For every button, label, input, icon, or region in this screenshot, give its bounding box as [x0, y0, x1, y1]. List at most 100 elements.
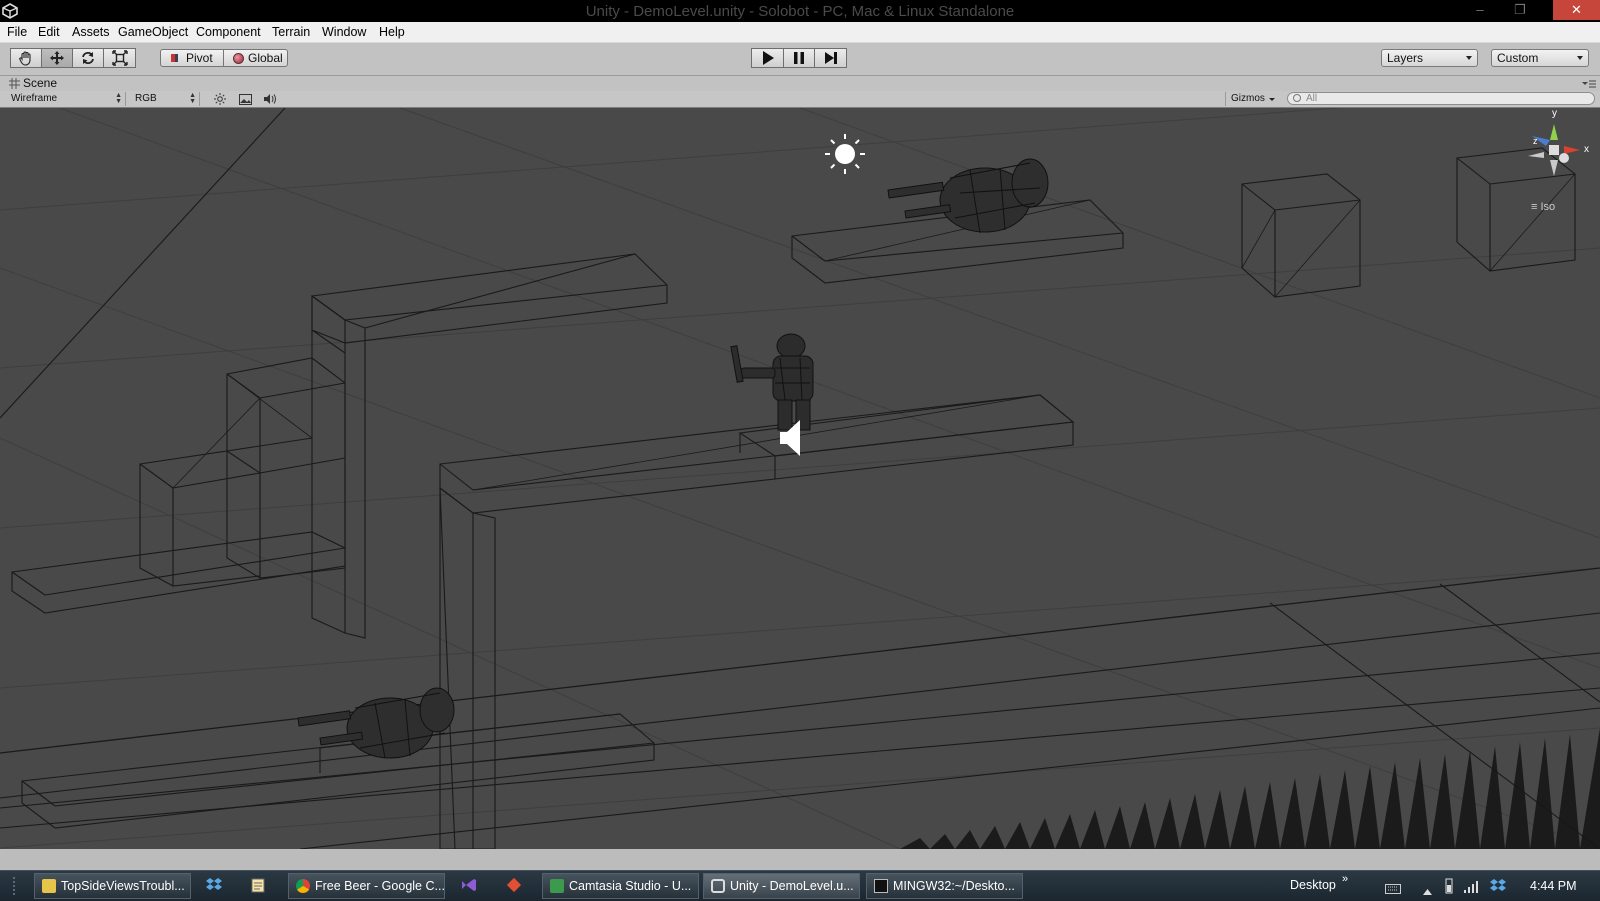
layers-dropdown[interactable]: Layers [1381, 49, 1478, 67]
taskbar-item-label: Camtasia Studio - U... [569, 879, 692, 893]
projection-label: Iso [1540, 201, 1556, 213]
taskbar-item-explorer[interactable]: TopSideViewsTroubl... [34, 873, 191, 899]
dropbox-icon [206, 878, 222, 890]
play-icon [762, 51, 774, 65]
scene-tab[interactable]: Scene [23, 76, 57, 90]
projection-toggle[interactable]: ≡ Iso [1531, 201, 1555, 213]
desktop-toolbar-label[interactable]: Desktop [1290, 878, 1336, 892]
menu-terrain[interactable]: Terrain [272, 25, 310, 39]
global-label: Global [248, 51, 283, 65]
taskbar-item-label: Unity - DemoLevel.u... [730, 879, 854, 893]
menu-edit[interactable]: Edit [38, 25, 60, 39]
terminal-icon [874, 879, 888, 893]
gizmos-dropdown[interactable]: Gizmos [1225, 92, 1279, 106]
keyboard-icon[interactable] [1385, 881, 1401, 894]
title-bar: Unity - DemoLevel.unity - Solobot - PC, … [0, 0, 1600, 22]
menu-assets[interactable]: Assets [72, 25, 110, 39]
notepad-icon [251, 878, 265, 893]
move-tool-button[interactable] [41, 48, 73, 68]
dropdown-arrow-icon [1466, 56, 1472, 60]
render-mode-label: Wireframe [11, 93, 58, 104]
visual-studio-taskbar-icon[interactable] [460, 877, 480, 895]
taskbar-item-label: Free Beer - Google C... [315, 879, 445, 893]
scene-view-toolbar: Wireframe ▲ ▼ RGB ▲ ▼ Gizmos All [0, 91, 1600, 108]
visual-studio-icon [462, 879, 476, 891]
wireframe-scene [0, 108, 1600, 849]
minimize-button[interactable]: – [1467, 0, 1493, 20]
rotate-icon [82, 52, 94, 64]
scale-tool-button[interactable] [103, 48, 136, 68]
window-title: Unity - DemoLevel.unity - Solobot - PC, … [585, 3, 1015, 20]
main-toolbar: Pivot Global Layers Custom [0, 43, 1600, 76]
notepad-taskbar-icon[interactable] [250, 877, 270, 895]
menu-file[interactable]: File [7, 25, 27, 39]
gizmos-label: Gizmos [1231, 93, 1265, 104]
taskbar-clock[interactable]: 4:44 PM [1530, 879, 1577, 893]
dropdown-arrow-icon [1577, 56, 1583, 60]
layout-label: Custom [1497, 51, 1539, 65]
menu-component[interactable]: Component [196, 25, 261, 39]
maximize-button[interactable]: ❐ [1507, 0, 1533, 20]
global-toggle[interactable]: Global [223, 49, 288, 67]
taskbar-item-label: TopSideViewsTroubl... [61, 879, 185, 893]
hamburger-icon: ≡ [1531, 201, 1538, 213]
scene-viewport[interactable]: y x z ≡ Iso [0, 108, 1600, 849]
gizmo-axis-x-label: x [1584, 144, 1589, 155]
pivot-toggle[interactable]: Pivot [160, 49, 224, 67]
robot-character [730, 333, 814, 431]
taskbar-item-mingw[interactable]: MINGW32:~/Deskto... [866, 873, 1023, 899]
hierarchy-search-input[interactable]: All [1287, 92, 1595, 105]
sun-icon [214, 93, 226, 105]
search-icon [1293, 94, 1301, 102]
scene-fx-toggle[interactable] [234, 92, 256, 106]
status-bar [0, 849, 1600, 870]
updown-arrow-icon: ▲ ▼ [115, 92, 122, 105]
render-mode-dropdown[interactable]: Wireframe ▲ ▼ [6, 92, 126, 106]
updown-arrow-icon: ▲ ▼ [189, 92, 196, 105]
git-taskbar-icon[interactable] [506, 877, 526, 895]
menu-window[interactable]: Window [322, 25, 366, 39]
layout-dropdown[interactable]: Custom [1491, 49, 1589, 67]
step-button[interactable] [814, 48, 847, 68]
color-mode-dropdown[interactable]: RGB ▲ ▼ [130, 92, 200, 106]
search-placeholder: All [1306, 93, 1318, 104]
gizmo-axis-z-label: z [1533, 136, 1538, 146]
play-button[interactable] [751, 48, 784, 68]
network-icon[interactable] [1463, 878, 1479, 899]
close-button[interactable]: ✕ [1553, 0, 1600, 20]
globe-icon [233, 53, 244, 64]
pivot-label: Pivot [186, 51, 213, 65]
taskbar-item-chrome[interactable]: Free Beer - Google C... [288, 873, 445, 899]
hand-icon [19, 51, 31, 66]
scene-orientation-gizmo[interactable]: y x z [1520, 108, 1596, 186]
git-icon [506, 877, 522, 893]
menu-gameobject[interactable]: GameObject [118, 25, 188, 39]
hand-tool-button[interactable] [10, 48, 42, 68]
rotate-tool-button[interactable] [72, 48, 104, 68]
taskbar-item-unity[interactable]: Unity - DemoLevel.u... [703, 873, 860, 899]
folder-icon [42, 879, 56, 893]
menu-help[interactable]: Help [379, 25, 405, 39]
gizmo-axis-y-label: y [1552, 108, 1557, 119]
dropdown-arrow-icon [1269, 98, 1275, 101]
pause-button[interactable] [783, 48, 815, 68]
dropbox-tray-icon[interactable] [1489, 878, 1507, 899]
tray-expand-icon[interactable] [1423, 882, 1432, 900]
power-icon[interactable] [1443, 878, 1455, 899]
pause-icon [794, 52, 804, 64]
dropbox-taskbar-icon[interactable] [205, 877, 225, 895]
windows-taskbar: TopSideViewsTroubl... Free Beer - Google… [0, 870, 1600, 901]
image-icon [239, 94, 252, 105]
lighting-toggle[interactable] [209, 92, 231, 106]
panel-menu-icon[interactable] [1582, 79, 1596, 89]
move-icon [50, 51, 64, 65]
taskbar-item-label: MINGW32:~/Deskto... [893, 879, 1015, 893]
pivot-icon [171, 54, 178, 62]
taskbar-item-camtasia[interactable]: Camtasia Studio - U... [542, 873, 699, 899]
camtasia-icon [550, 879, 564, 893]
audio-toggle[interactable] [259, 92, 281, 106]
step-icon [824, 52, 837, 64]
light-gizmo [825, 134, 865, 174]
scale-icon [111, 50, 128, 66]
desktop-toolbar-chevron[interactable]: » [1342, 873, 1348, 885]
